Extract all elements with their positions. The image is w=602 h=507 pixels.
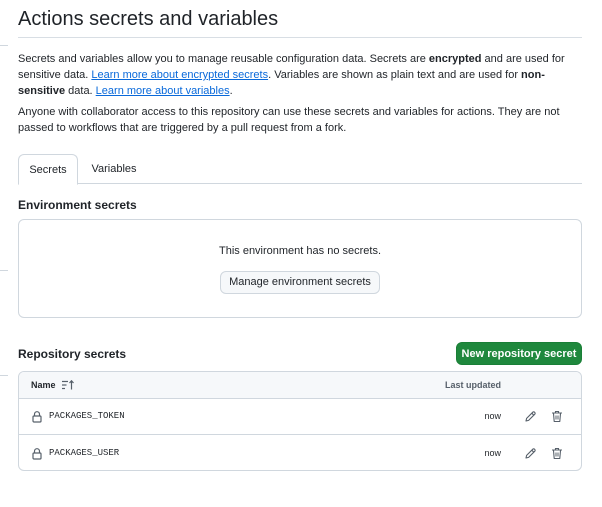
- intro-bold-encrypted: encrypted: [428, 53, 482, 65]
- intro-text: data.: [65, 85, 96, 97]
- trash-icon[interactable]: [551, 447, 563, 460]
- column-header-last-updated: Last updated: [444, 380, 501, 390]
- collaborator-note: Anyone with collaborator access to this …: [18, 106, 560, 134]
- manage-environment-secrets-button[interactable]: Manage environment secrets: [220, 271, 380, 294]
- tab-secrets[interactable]: Secrets: [18, 154, 78, 185]
- repository-secrets-table: Name Last updated PACKAGES_TOKEN now PAC…: [18, 371, 582, 471]
- environment-secrets-heading: Environment secrets: [18, 198, 137, 212]
- pencil-icon[interactable]: [524, 447, 537, 460]
- table-row: PACKAGES_USER now: [19, 436, 581, 470]
- title-divider: [18, 37, 582, 38]
- environment-secrets-panel: This environment has no secrets. Manage …: [18, 219, 582, 318]
- learn-variables-link[interactable]: Learn more about variables: [96, 85, 230, 97]
- lock-icon: [32, 411, 42, 423]
- secret-name: PACKAGES_USER: [49, 448, 120, 458]
- last-updated-value: now: [484, 448, 501, 458]
- secret-name: PACKAGES_TOKEN: [49, 411, 125, 421]
- pencil-icon[interactable]: [524, 410, 537, 423]
- learn-encrypted-secrets-link[interactable]: Learn more about encrypted secrets: [91, 69, 268, 81]
- repository-secrets-heading: Repository secrets: [18, 347, 127, 361]
- column-header-name: Name: [31, 380, 56, 390]
- table-header: Name Last updated: [19, 372, 581, 399]
- intro-paragraph: Secrets and variables allow you to manag…: [18, 51, 580, 99]
- lock-icon: [32, 448, 42, 460]
- sort-icon[interactable]: [61, 379, 75, 391]
- tab-bar: Secrets Variables: [18, 154, 582, 185]
- new-repository-secret-button[interactable]: New repository secret: [456, 342, 582, 365]
- intro-text: .: [229, 85, 233, 97]
- intro-text: Secrets and variables allow you to manag…: [18, 53, 429, 65]
- edge-divider: [0, 270, 8, 271]
- tab-variables[interactable]: Variables: [90, 154, 138, 184]
- page-title: Actions secrets and variables: [18, 8, 279, 30]
- last-updated-value: now: [484, 411, 501, 421]
- table-row: PACKAGES_TOKEN now: [19, 399, 581, 435]
- edge-divider: [0, 375, 8, 376]
- edge-divider: [0, 45, 8, 46]
- empty-state-text: This environment has no secrets.: [218, 245, 382, 257]
- intro-text: . Variables are shown as plain text and …: [268, 69, 522, 81]
- trash-icon[interactable]: [551, 410, 563, 423]
